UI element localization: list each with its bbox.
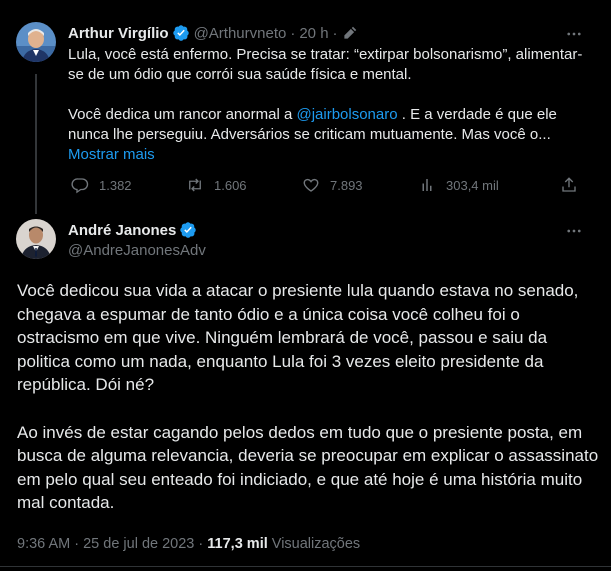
heart-icon [303, 178, 319, 192]
tweet2-metadata: 9:36 AM · 25 de jul de 2023 · 117,3 mil … [17, 536, 360, 552]
tweet1-action-bar: 1.382 1.606 7.893 303,4 mil [68, 176, 588, 198]
avatar-andre[interactable] [16, 219, 56, 259]
tweet2-handle[interactable]: @AndreJanonesAdv [68, 242, 206, 259]
avatar-arthur-image [16, 22, 56, 62]
more-dots-icon [567, 32, 581, 36]
reply-button[interactable]: 1.382 [71, 176, 132, 194]
retweet-icon [189, 178, 201, 192]
tweet1-separator: · [290, 24, 296, 42]
tweet2-paragraph-1: Você dedicou sua vida a atacar o presien… [17, 281, 579, 395]
tweet1-handle[interactable]: @Arthurvneto [194, 25, 287, 42]
avatar-andre-image [16, 219, 56, 259]
tweet2-paragraph-2: Ao invés de estar cagando pelos dedos em… [17, 422, 599, 513]
share-button[interactable] [560, 176, 578, 194]
tweet2-text: Você dedicou sua vida a atacar o presien… [17, 279, 602, 515]
tweet1-paragraph-2: Você dedica um rancor anormal a @jairbol… [68, 105, 588, 165]
mention-link[interactable]: @jairbolsonaro [296, 106, 397, 123]
tweet1-header: Arthur Virgílio @Arthurvneto · 20 h · [68, 24, 357, 42]
bottom-divider [0, 566, 611, 567]
verified-badge-icon [172, 25, 189, 41]
tweet1-text: Lula, você está enfermo. Precisa se trat… [68, 45, 588, 165]
retweet-button[interactable]: 1.606 [186, 176, 247, 194]
share-icon [562, 177, 576, 192]
reply-icon [71, 178, 89, 194]
avatar-arthur[interactable] [16, 22, 56, 62]
meta-separator-2: · [198, 536, 204, 552]
like-count: 7.893 [330, 177, 363, 193]
like-button[interactable]: 7.893 [302, 176, 363, 194]
views-button[interactable]: 303,4 mil [418, 176, 499, 194]
more-dots-icon [567, 229, 581, 233]
views-count: 303,4 mil [446, 177, 499, 193]
tweet2-more-icon[interactable] [564, 221, 584, 241]
verified-badge-icon [180, 222, 197, 238]
tweet2-author-row: André Janones [68, 221, 197, 239]
tweet2-date[interactable]: 25 de jul de 2023 [83, 536, 194, 552]
tweet2-views-count: 117,3 mil [207, 536, 268, 552]
views-chart-icon [422, 179, 432, 191]
tweet2-author-name[interactable]: André Janones [68, 222, 176, 239]
tweet1-separator-2: · [332, 24, 338, 42]
retweet-count: 1.606 [214, 177, 247, 193]
meta-separator: · [74, 536, 80, 552]
tweet2-views-label: Visualizações [271, 536, 361, 552]
tweet1-author-name[interactable]: Arthur Virgílio [68, 25, 169, 42]
reply-count: 1.382 [99, 177, 132, 193]
tweet1-paragraph-2-start: Você dedica um rancor anormal a [68, 106, 297, 123]
edited-pencil-icon[interactable] [342, 26, 357, 41]
tweet1-more-icon[interactable] [564, 24, 584, 44]
show-more-link[interactable]: Mostrar mais [68, 146, 155, 163]
tweet2-time[interactable]: 9:36 AM [17, 536, 70, 552]
tweet1-time[interactable]: 20 h [299, 25, 328, 42]
tweet-thread: Arthur Virgílio @Arthurvneto · 20 h · Lu… [0, 0, 611, 571]
thread-connector-line [35, 74, 37, 214]
tweet1-paragraph-1: Lula, você está enfermo. Precisa se trat… [68, 46, 583, 83]
